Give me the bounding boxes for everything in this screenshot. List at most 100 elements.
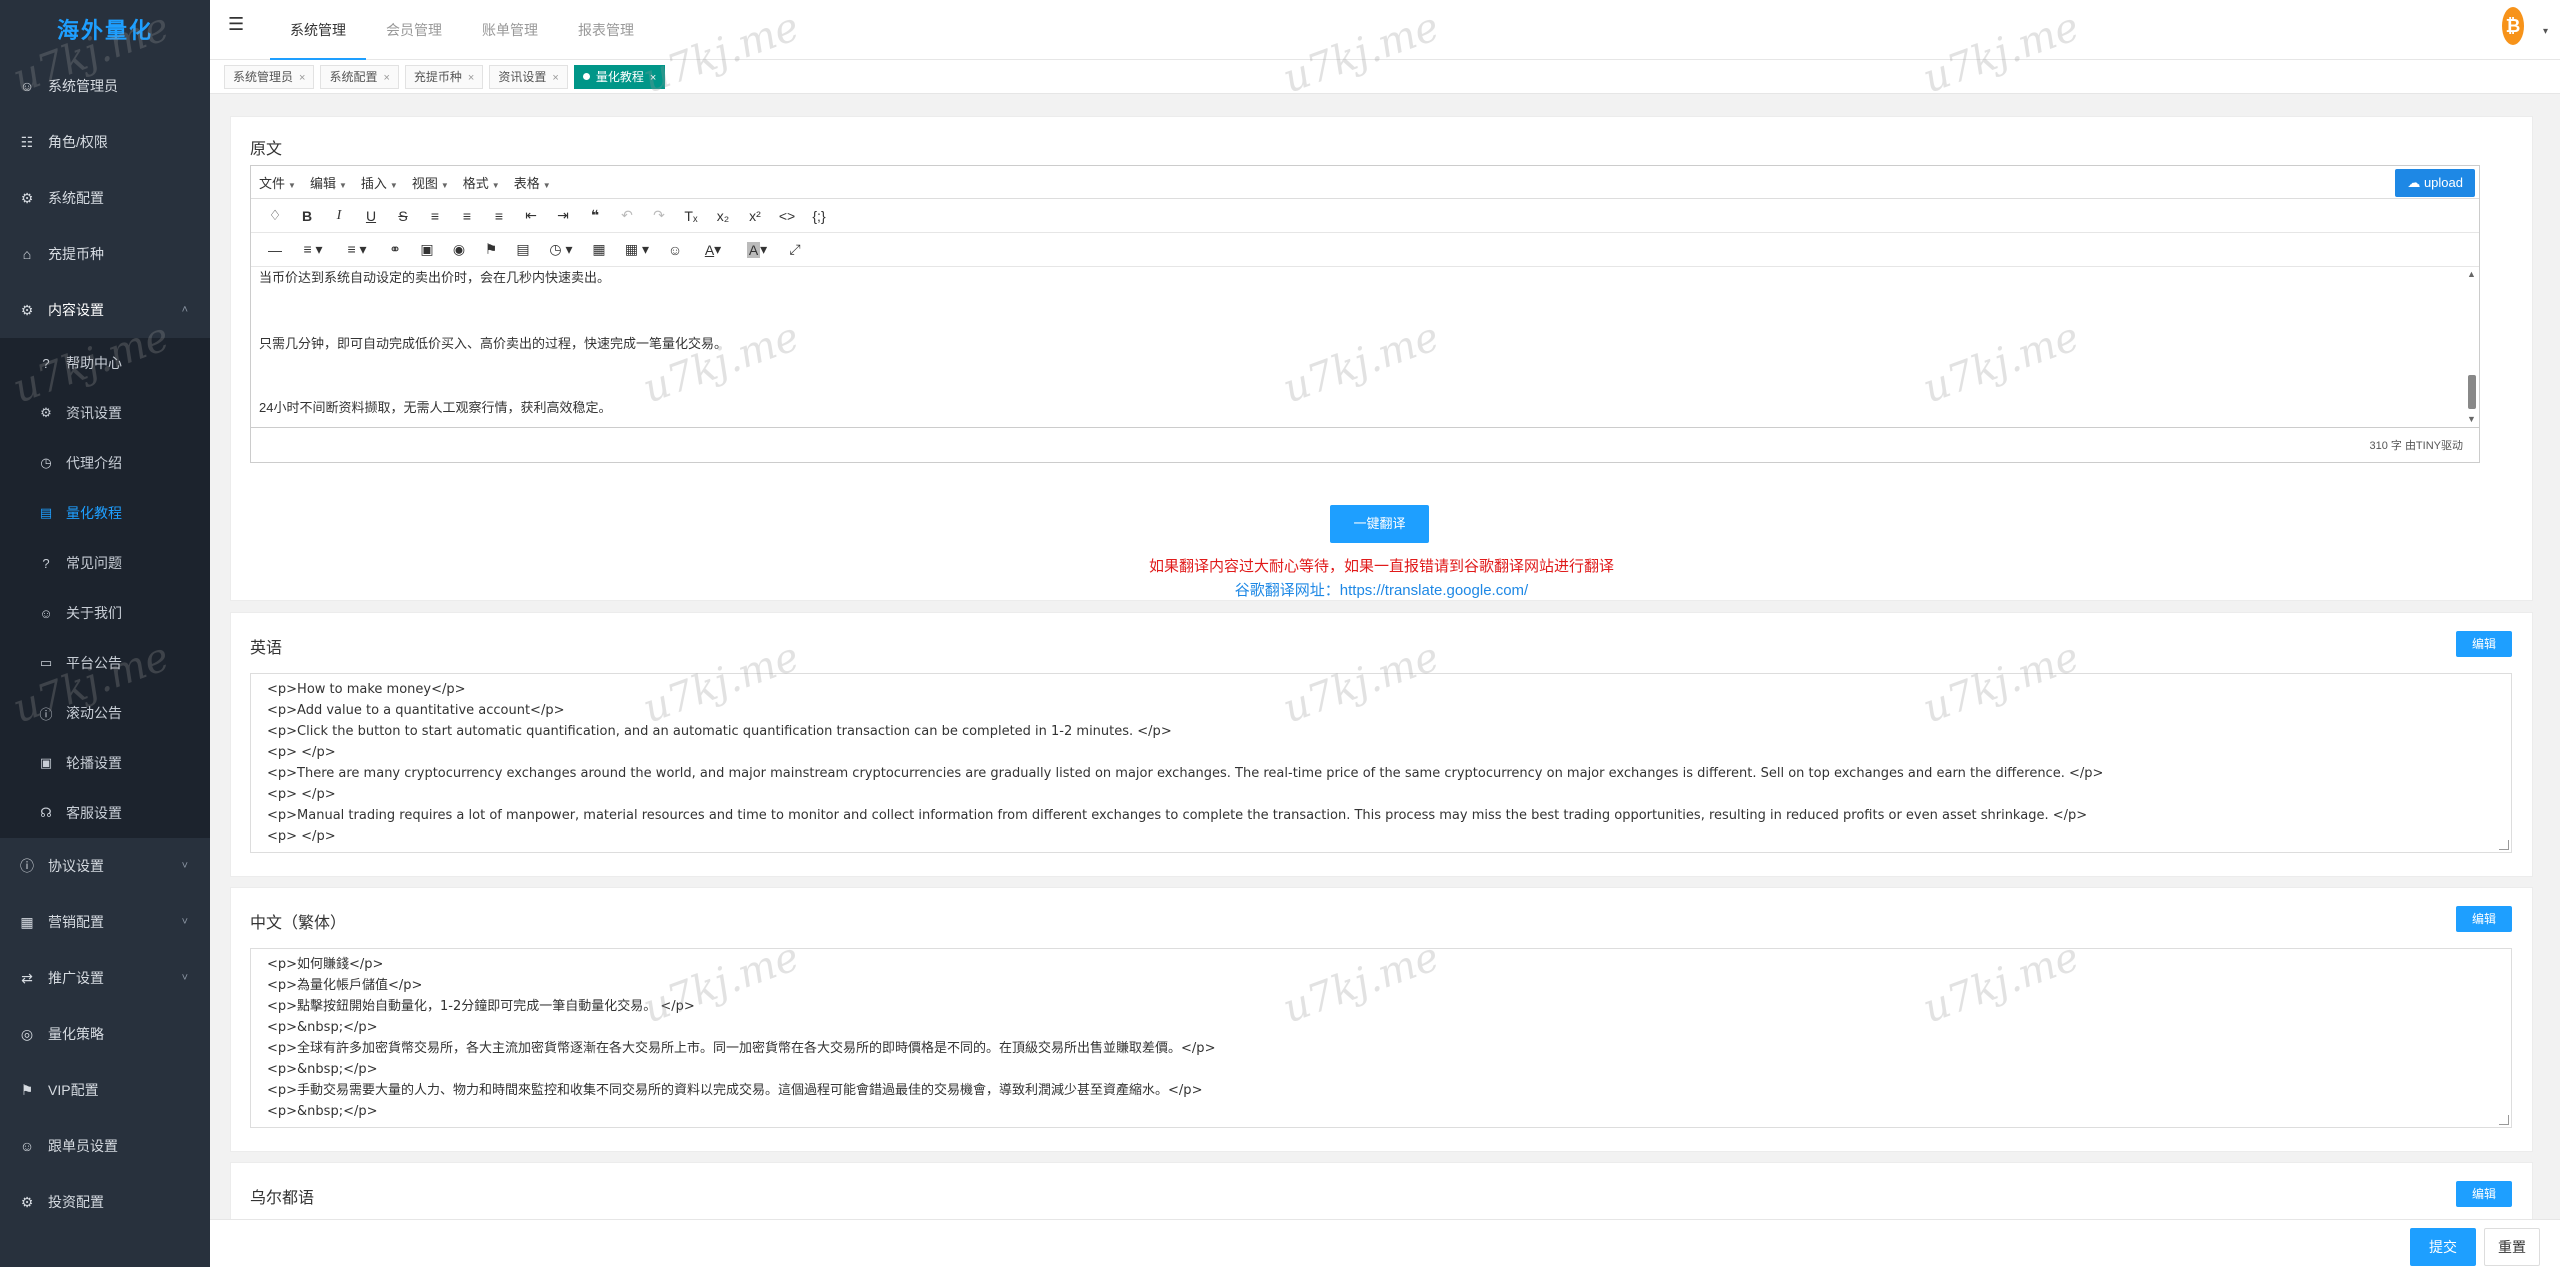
editor-menu-4[interactable]: 格式 ▼ — [463, 176, 500, 191]
sidebar-item-2[interactable]: ⇄ 推广设置 ˅ — [0, 950, 210, 1006]
bold-icon[interactable]: B — [291, 204, 323, 228]
redo-icon[interactable]: ↷ — [643, 204, 675, 228]
editor-content[interactable]: 当币价达到系统自动设定的卖出价时，会在几秒内快速卖出。 只需几分钟，即可自动完成… — [251, 267, 2479, 428]
page-tab-4[interactable]: 量化教程 × — [573, 64, 666, 89]
horizontal-rule-icon[interactable]: — — [259, 238, 291, 262]
image-icon[interactable]: ▣ — [411, 238, 443, 262]
editor-menu-0[interactable]: 文件 ▼ — [259, 176, 296, 191]
emoji-icon[interactable]: ☺ — [659, 238, 691, 262]
page-tab-0[interactable]: 系统管理员 × — [224, 64, 315, 89]
page-tab-1[interactable]: 系统配置 × — [320, 64, 399, 89]
close-icon[interactable]: × — [650, 72, 656, 84]
resize-grip-icon[interactable] — [2499, 840, 2509, 850]
traditional-chinese-edit-button[interactable]: 编辑 — [2455, 906, 2512, 932]
sidebar-subitem-7[interactable]: ⓘ 滚动公告 — [0, 688, 210, 738]
chevron-down-icon[interactable]: ▾ — [2543, 26, 2548, 37]
sidebar-item-1[interactable]: ▦ 营销配置 ˅ — [0, 894, 210, 950]
align-right-icon[interactable]: ≡ — [483, 204, 515, 228]
clear-format-icon[interactable]: Tₓ — [675, 204, 707, 228]
sidebar-subitem-3[interactable]: ▤ 量化教程 — [0, 488, 210, 538]
sidebar-item-3[interactable]: ⌂ 充提币种 — [0, 226, 210, 282]
code-icon[interactable]: <> — [771, 204, 803, 228]
sidebar-item-2[interactable]: ⚙ 系统配置 — [0, 170, 210, 226]
scroll-thumb[interactable] — [2468, 375, 2476, 409]
indent-icon[interactable]: ⇥ — [547, 204, 579, 228]
fullscreen-icon[interactable]: ⤢ — [779, 238, 811, 262]
table-icon[interactable]: ▦ ▾ — [615, 238, 659, 262]
google-translate-link[interactable]: https://translate.google.com/ — [1340, 582, 1528, 599]
sidebar-item-6[interactable]: ⚙ 投资配置 — [0, 1174, 210, 1230]
info-icon: ⓘ — [39, 706, 53, 722]
close-icon[interactable]: × — [552, 72, 558, 84]
sidebar-subitem-4[interactable]: ? 常见问题 — [0, 538, 210, 588]
undo-icon[interactable]: ↶ — [611, 204, 643, 228]
reset-button[interactable]: 重置 — [2484, 1228, 2540, 1266]
tab-0[interactable]: 系统管理 — [270, 0, 366, 60]
close-icon[interactable]: × — [383, 72, 389, 84]
sidebar-subitem-9[interactable]: ☊ 客服设置 — [0, 788, 210, 838]
page-break-icon[interactable]: ▤ — [507, 238, 539, 262]
numbered-list-icon[interactable]: ≡ ▾ — [335, 238, 379, 262]
background-color-icon[interactable]: A ▾ — [735, 238, 779, 262]
translate-button[interactable]: 一键翻译 — [1330, 505, 1429, 543]
scroll-down-icon[interactable]: ▼ — [2467, 414, 2476, 424]
align-left-icon[interactable]: ≡ — [419, 204, 451, 228]
sidebar-item-1[interactable]: ☷ 角色/权限 — [0, 114, 210, 170]
sidebar-subitem-8[interactable]: ▣ 轮播设置 — [0, 738, 210, 788]
outdent-icon[interactable]: ⇤ — [515, 204, 547, 228]
blockquote-icon[interactable]: ❝ — [579, 204, 611, 228]
sidebar-item-0[interactable]: ☺ 系统管理员 — [0, 58, 210, 114]
traditional-chinese-textarea[interactable]: <p>如何賺錢</p> <p>為量化帳戶儲值</p> <p>點擊按鈕開始自動量化，1… — [250, 948, 2512, 1128]
close-icon[interactable]: × — [299, 72, 305, 84]
preview-icon[interactable]: ◉ — [443, 238, 475, 262]
scroll-up-icon[interactable]: ▲ — [2467, 269, 2476, 279]
resize-grip-icon[interactable] — [2499, 1115, 2509, 1125]
media-icon[interactable]: ▦ — [583, 238, 615, 262]
datetime-icon[interactable]: ◷ ▾ — [539, 238, 583, 262]
subscript-icon[interactable]: x₂ — [707, 204, 739, 228]
submit-button[interactable]: 提交 — [2410, 1228, 2476, 1266]
sidebar-item-4[interactable]: ⚙ 内容设置 ˄ — [0, 282, 210, 338]
urdu-edit-button[interactable]: 编辑 — [2455, 1181, 2512, 1207]
find-replace-icon[interactable]: ♢ — [259, 204, 291, 228]
align-center-icon[interactable]: ≡ — [451, 204, 483, 228]
strikethrough-icon[interactable]: S — [387, 204, 419, 228]
page-tab-3[interactable]: 资讯设置 × — [489, 64, 568, 89]
editor-menu-3[interactable]: 视图 ▼ — [412, 176, 449, 191]
tab-1[interactable]: 会员管理 — [366, 0, 462, 60]
text-color-icon[interactable]: A ▾ — [691, 238, 735, 262]
bookmark-icon[interactable]: ⚑ — [475, 238, 507, 262]
editor-menu-5[interactable]: 表格 ▼ — [514, 176, 551, 191]
editor-menu-1[interactable]: 编辑 ▼ — [310, 176, 347, 191]
sidebar-subitem-0[interactable]: ? 帮助中心 — [0, 338, 210, 388]
italic-icon[interactable]: I — [323, 204, 355, 228]
bullet-list-icon[interactable]: ≡ ▾ — [291, 238, 335, 262]
code-block-icon[interactable]: {;} — [803, 204, 835, 228]
underline-icon[interactable]: U — [355, 204, 387, 228]
editor-scrollbar[interactable]: ▲ ▼ — [2467, 269, 2477, 424]
superscript-icon[interactable]: x² — [739, 204, 771, 228]
sidebar-item-0[interactable]: ⓘ 协议设置 ˅ — [0, 838, 210, 894]
sidebar-subitem-6[interactable]: ▭ 平台公告 — [0, 638, 210, 688]
sidebar-subitem-2[interactable]: ◷ 代理介绍 — [0, 438, 210, 488]
translate-warning: 如果翻译内容过大耐心等待，如果一直报错请到谷歌翻译网站进行翻译 — [1148, 558, 1614, 575]
tab-3[interactable]: 报表管理 — [558, 0, 654, 60]
bitcoin-avatar-icon[interactable]: ₿ — [2502, 7, 2524, 45]
sidebar-subitem-1[interactable]: ⚙ 资讯设置 — [0, 388, 210, 438]
upload-button[interactable]: ☁ upload — [2395, 169, 2475, 197]
original-title: 原文 — [250, 141, 283, 158]
sidebar-item-3[interactable]: ◎ 量化策略 — [0, 1006, 210, 1062]
menu-toggle-icon[interactable]: ☰ — [228, 14, 244, 35]
tab-2[interactable]: 账单管理 — [462, 0, 558, 60]
english-edit-button[interactable]: 编辑 — [2455, 631, 2512, 657]
textarea-line: <p>&nbsp;</p> — [267, 1020, 378, 1035]
sidebar-item-4[interactable]: ⚑ VIP配置 — [0, 1062, 210, 1118]
sidebar-subitem-5[interactable]: ☺ 关于我们 — [0, 588, 210, 638]
editor-menu-2[interactable]: 插入 ▼ — [361, 176, 398, 191]
close-icon[interactable]: × — [468, 72, 474, 84]
english-textarea[interactable]: <p>How to make money</p> <p>Add value to … — [250, 673, 2512, 853]
page-tab-2[interactable]: 充提币种 × — [404, 64, 484, 89]
share-icon: ⇄ — [21, 969, 33, 986]
sidebar-item-5[interactable]: ☺ 跟单员设置 — [0, 1118, 210, 1174]
link-icon[interactable]: ⚭ — [379, 238, 411, 262]
